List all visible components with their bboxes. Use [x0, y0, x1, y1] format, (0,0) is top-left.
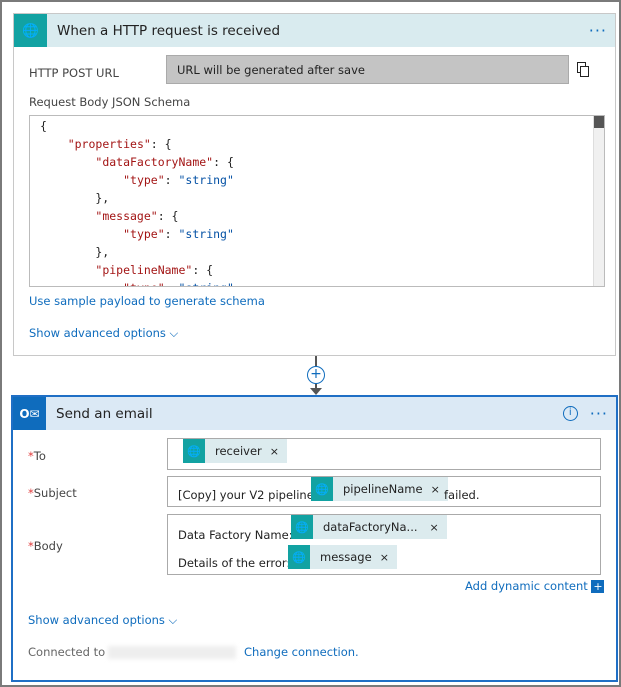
editor-scrollbar[interactable] [593, 116, 604, 286]
to-field[interactable]: 🌐 receiver × [167, 438, 601, 470]
globe-icon: 🌐 [288, 545, 310, 569]
email-title: Send an email [56, 405, 153, 422]
remove-token-button[interactable]: × [430, 521, 439, 534]
url-field: URL will be generated after save [166, 55, 569, 84]
outlook-icon: O✉ [13, 397, 46, 430]
http-trigger-card: 🌐 When a HTTP request is received ··· HT… [13, 13, 616, 356]
subject-label: *Subject [28, 486, 77, 500]
to-label: *To [28, 449, 46, 463]
code-line: "type": "string" [123, 173, 234, 187]
code-line: "properties": { [67, 137, 172, 151]
change-connection-link[interactable]: Change connection. [244, 645, 359, 659]
code-line: "message": { [95, 209, 179, 223]
code-line: }, [40, 191, 110, 205]
body-text-2: Details of the error: [178, 556, 291, 570]
chevron-down-icon: ⌵ [168, 613, 178, 627]
schema-label: Request Body JSON Schema [29, 95, 191, 109]
add-dynamic-content-link[interactable]: Add dynamic content + [465, 579, 605, 593]
code-line: }, [40, 245, 110, 259]
copy-icon[interactable] [577, 62, 589, 77]
body-text-1: Data Factory Name: [178, 528, 293, 542]
more-options-button[interactable]: ··· [589, 21, 607, 40]
code-line: "type": "string" [123, 227, 234, 241]
globe-icon: 🌐 [14, 14, 47, 47]
body-label: *Body [28, 539, 63, 553]
globe-icon: 🌐 [183, 439, 205, 463]
email-header[interactable]: O✉ Send an email i ··· [13, 397, 616, 430]
body-field[interactable]: Data Factory Name: 🌐 dataFactoryNa... × De… [167, 514, 601, 575]
show-advanced-options[interactable]: Show advanced options ⌵ [29, 326, 178, 341]
code-line: "type": "string" [40, 281, 234, 286]
trigger-title: When a HTTP request is received [57, 22, 281, 39]
schema-editor[interactable]: { "properties": { "dataFactoryName": { "… [29, 115, 605, 287]
code-line: "dataFactoryName": { [95, 155, 234, 169]
subject-text: [Copy] your V2 pipeline [178, 488, 314, 502]
trigger-header[interactable]: 🌐 When a HTTP request is received ··· [14, 14, 615, 47]
sample-payload-link[interactable]: Use sample payload to generate schema [29, 294, 265, 308]
show-advanced-options[interactable]: Show advanced options ⌵ [28, 613, 177, 628]
add-step-button[interactable]: + [307, 366, 325, 384]
advanced-label: Show advanced options [29, 326, 166, 340]
connected-to-label: Connected to [28, 645, 106, 659]
token-receiver: 🌐 receiver × [183, 439, 287, 463]
remove-token-button[interactable]: × [270, 445, 279, 458]
chevron-down-icon: ⌵ [169, 326, 179, 340]
token-message: 🌐 message × [288, 545, 397, 569]
plus-icon: + [591, 580, 605, 593]
token-pipelinename: 🌐 pipelineName × [311, 477, 448, 501]
remove-token-button[interactable]: × [380, 551, 389, 564]
send-email-card: O✉ Send an email i ··· *To 🌐 receiver × *S… [11, 395, 618, 682]
arrow-down-icon [310, 388, 322, 395]
token-datafactoryname: 🌐 dataFactoryNa... × [291, 515, 447, 539]
more-options-button[interactable]: ··· [590, 404, 608, 423]
subject-suffix: failed. [444, 488, 480, 502]
advanced-label: Show advanced options [28, 613, 165, 627]
url-label: HTTP POST URL [29, 66, 119, 80]
globe-icon: 🌐 [311, 477, 333, 501]
subject-field[interactable]: [Copy] your V2 pipeline 🌐 pipelineName × f… [167, 476, 601, 507]
code-line: { [40, 119, 47, 133]
globe-icon: 🌐 [291, 515, 313, 539]
redacted-connection [108, 646, 236, 659]
remove-token-button[interactable]: × [431, 483, 440, 496]
code-line: "pipelineName": { [95, 263, 214, 277]
info-icon[interactable]: i [562, 406, 578, 421]
